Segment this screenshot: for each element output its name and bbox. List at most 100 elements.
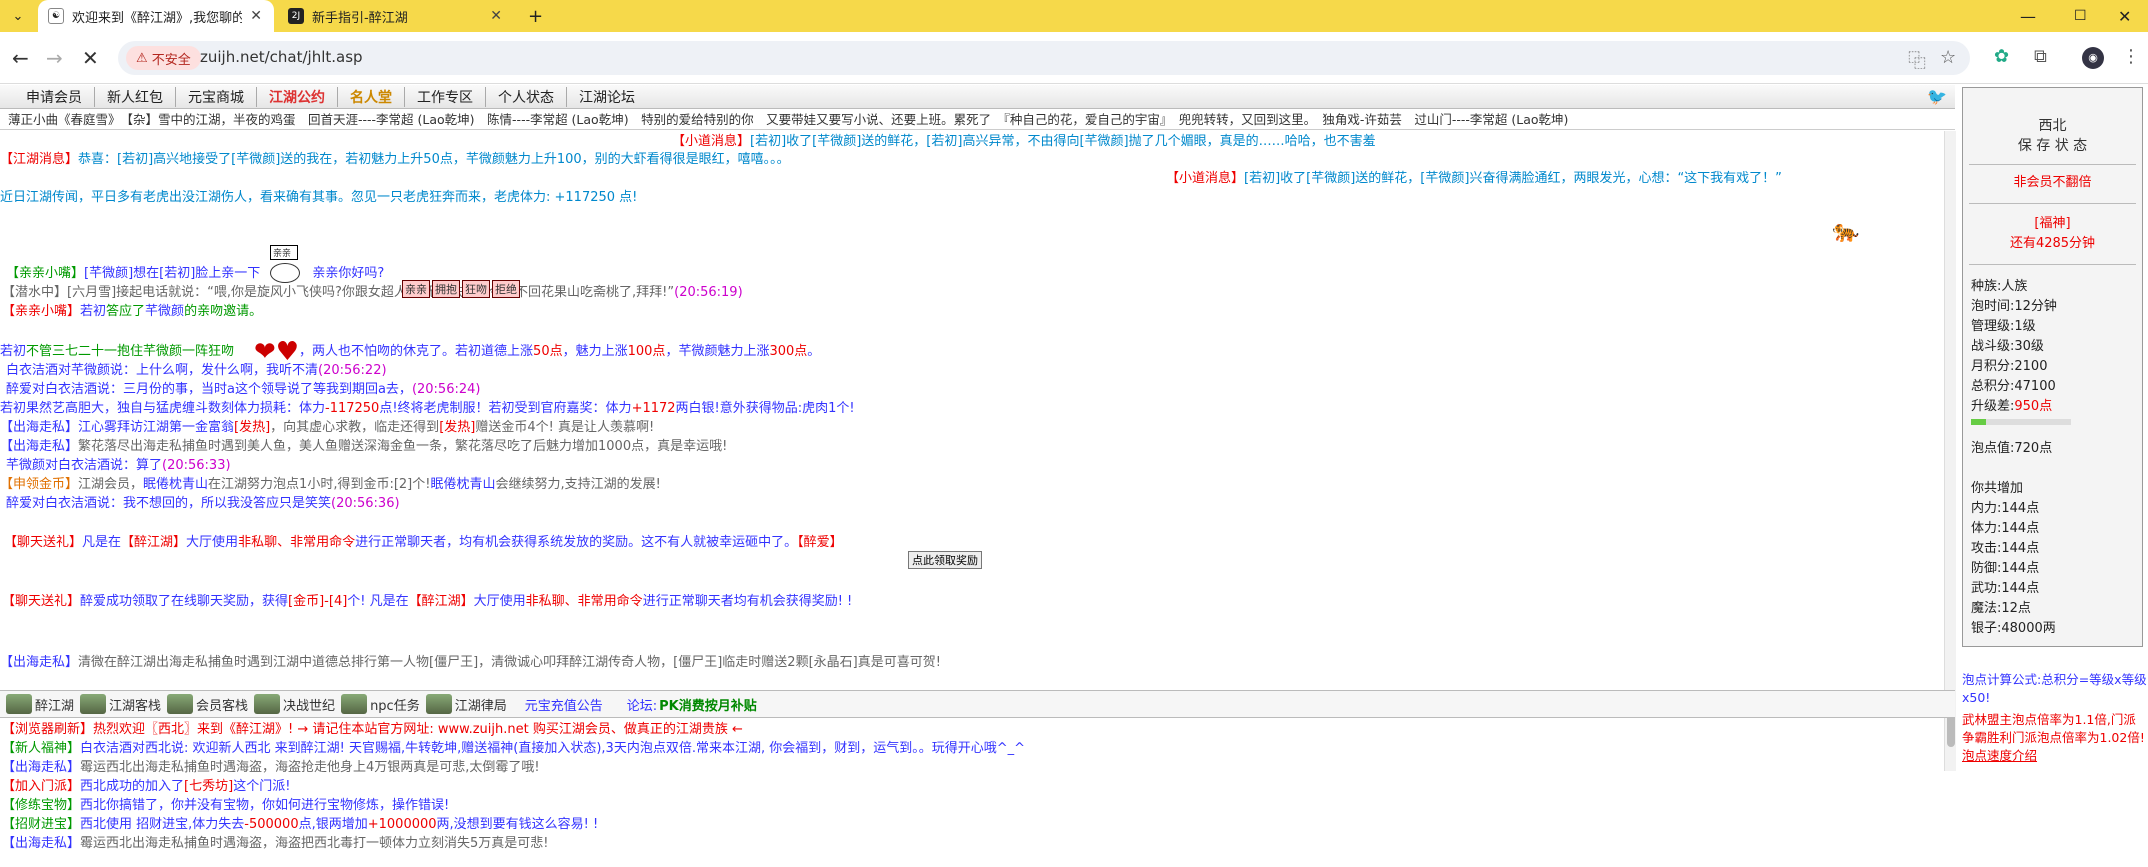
extension-icon[interactable]: ✿ (1994, 46, 2009, 67)
back-icon[interactable]: ← (12, 46, 29, 70)
chat-message: 【聊天送礼】醉爱成功领取了在线聊天奖励，获得[金币]-[4]个! 凡是在【醉江湖… (2, 593, 852, 611)
chat-segment: 江湖会员， (78, 477, 144, 492)
chat-scrollbar[interactable] (1944, 131, 1956, 771)
gain-line: 攻击:144点 (1971, 541, 2040, 556)
stat-line: 总积分:47100 (1971, 379, 2056, 394)
chat-segment: (20:56:19) (674, 285, 743, 300)
minimize-button[interactable]: — (2010, 0, 2046, 32)
chat-message: 若初不管三七二十一抱住芊微颜一阵狂吻 ，两人也不怕吻的休克了。若初道德上涨50点… (0, 343, 820, 361)
translate-icon[interactable]: ⿻ (1908, 47, 1926, 73)
chat-message: 醉爱对白衣洁酒说：三月份的事，当时a这个领导说了等我到期回a去，(20:56:2… (6, 381, 480, 399)
nav-npc-task[interactable]: npc任务 (341, 694, 420, 714)
profile-avatar[interactable]: ◉ (2082, 47, 2104, 69)
chat-message: 【亲亲小嘴】[芊微颜]想在[若初]脸上亲一下 亲亲你好吗? (6, 265, 384, 283)
emote-hug-button[interactable]: 拥抱 (432, 280, 460, 298)
tab-search-icon[interactable]: ⌄ (4, 0, 32, 32)
nav-inn[interactable]: 江湖客栈 (80, 694, 161, 714)
chat-message: 【小道消息】[若初]收了[芊微颜]送的鲜花，[若初]高兴异常，不由得向[芊微颜]… (672, 133, 1376, 151)
chat-segment: 醉爱对白衣洁酒说：三月份的事，当时a这个领导说了等我到期回a去， (6, 382, 412, 397)
gain-line: 魔法:12点 (1971, 601, 2031, 616)
formula-text: 泡点计算公式:总积分=等级x等级x50! (1962, 672, 2147, 705)
emote-refuse-button[interactable]: 拒绝 (492, 280, 520, 298)
claim-reward-button[interactable]: 点此领取奖励 (908, 551, 982, 569)
chat-message: 【潜水中】[六月雪]接起电话就说：“喂,你是旋风小飞侠吗?你跟女超人说,无敌铁金… (2, 284, 743, 302)
chat-segment: [若初]收了[芊微颜]送的鲜花，[若初]高兴异常，不由得向[芊微颜]抛了几个媚眼… (750, 134, 1376, 149)
nav-pk-subsidy[interactable]: PK消费按月补贴 (659, 695, 757, 714)
address-bar: ← → ✕ ⚠ 不安全 zuijh.net/chat/jhlt.asp ⿻ ☆ … (0, 32, 2148, 84)
nav-battle[interactable]: 决战世纪 (254, 694, 335, 714)
extensions-puzzle-icon[interactable]: ⧉ (2034, 46, 2047, 67)
save-state-link[interactable]: 保 存 状 态 (1963, 136, 2142, 156)
omnibox[interactable]: ⚠ 不安全 zuijh.net/chat/jhlt.asp ⿻ ☆ (118, 41, 1970, 75)
new-tab-button[interactable]: + (518, 0, 546, 32)
building-icon (167, 694, 194, 714)
chat-segment: [发热] (439, 420, 476, 435)
close-window-button[interactable]: ✕ (2108, 0, 2141, 32)
stat-line: 种族:人族 (1971, 279, 2028, 294)
emote-kiss-button[interactable]: 亲亲 (402, 280, 430, 298)
chat-segment: 。 (807, 344, 821, 359)
stop-icon[interactable]: ✕ (82, 46, 99, 70)
speed-intro-link[interactable]: 泡点速度介绍 (1962, 747, 2148, 765)
nav-label: 会员客栈 (196, 698, 249, 714)
close-tab-icon[interactable]: ✕ (488, 8, 504, 24)
menu-yuanbao-shop[interactable]: 元宝商城 (175, 86, 256, 107)
chat-message: 【出海走私】江心雾拜访江湖第一金富翁[发热]，向其虚心求教，临走还得到[发热]赠… (0, 419, 654, 437)
tab-chat[interactable]: ☯ 欢迎来到《醉江湖》,我您聊的天 ✕ (38, 0, 274, 32)
chat-segment: 【醉江湖】 (408, 594, 474, 609)
chat-segment: 【亲亲小嘴】 (2, 304, 81, 319)
chat-segment: 的亲吻邀请。 (184, 304, 263, 319)
forward-icon[interactable]: → (46, 46, 63, 70)
twitter-bird-icon[interactable]: 🐦 (1927, 87, 1947, 106)
sys-segment: 【出海走私】 (2, 760, 81, 775)
url-text[interactable]: zuijh.net/chat/jhlt.asp (200, 48, 363, 66)
nav-forum-label[interactable]: 论坛: (627, 695, 657, 714)
chat-message: 【小道消息】[若初]收了[芊微颜]送的鲜花，[芊微颜]兴奋得满脸通红，两眼发光，… (1166, 170, 1782, 188)
blessing-remaining: 还有4285分钟 (2009, 236, 2096, 251)
chat-segment: 【聊天送礼】 (2, 594, 81, 609)
multiplier-text: 武林盟主泡点倍率为1.1倍,门派争霸胜利门派泡点倍率为1.02倍! (1962, 712, 2145, 745)
tab-guide[interactable]: 2J 新手指引-醉江湖 ✕ (278, 0, 514, 32)
insecure-badge[interactable]: ⚠ 不安全 (126, 46, 201, 70)
menu-apply-member[interactable]: 申请会员 (14, 87, 94, 107)
sys-segment: 【出海走私】 (2, 836, 81, 851)
menu-forum[interactable]: 江湖论坛 (566, 86, 647, 107)
player-name: 西北 (2038, 118, 2067, 134)
menu-rules[interactable]: 江湖公约 (256, 86, 337, 107)
chat-segment: [金币]-[4] (288, 594, 348, 609)
total-gain-label: 你共增加 (1971, 481, 2024, 496)
chat-segment: 大厅使用 (473, 594, 526, 609)
chat-message: 近日江湖传闻，平日多有老虎出没江湖伤人，看来确有其事。忽见一只老虎狂奔而来，老虎… (0, 189, 637, 207)
nav-recharge-notice[interactable]: 元宝充值公告 (525, 695, 603, 714)
chat-segment: ，魅力上涨 (562, 344, 628, 359)
menu-personal-status[interactable]: 个人状态 (485, 86, 566, 107)
sys-segment: 西北你搞错了，你并没有宝物，你如何进行宝物修炼，操作错误! (80, 798, 450, 813)
emote-passion-button[interactable]: 狂吻 (462, 280, 490, 298)
nav-bureau[interactable]: 江湖律局 (425, 694, 507, 714)
nav-zuijianghu[interactable]: 醉江湖 (6, 694, 74, 714)
chat-segment: 芊微颜 (145, 304, 185, 319)
insecure-label: 不安全 (151, 52, 191, 68)
bookmark-star-icon[interactable]: ☆ (1940, 47, 1956, 68)
chat-segment: 进行正常聊天者，均有机会获得系统发放的奖励。这不有人就被幸运砸中了。 (355, 535, 798, 550)
menu-newbie-packet[interactable]: 新人红包 (94, 86, 175, 107)
stat-line: 战斗级:30级 (1971, 339, 2044, 354)
chat-segment: (20:56:33) (162, 458, 231, 473)
maximize-button[interactable]: ☐ (2064, 0, 2097, 32)
system-message: 【加入门派】西北成功的加入了[七秀坊]这个门派! (2, 778, 290, 796)
chat-segment: 赠送金币4个! 真是让人羡慕啊! (475, 420, 655, 435)
chat-segment: 50点 (533, 344, 563, 359)
sys-segment: 西北使用 招财进宝,体力失去 (80, 817, 245, 832)
nav-label: 论坛: (626, 698, 658, 714)
menu-hall-of-fame[interactable]: 名人堂 (337, 86, 404, 107)
nav-member-inn[interactable]: 会员客栈 (167, 694, 248, 714)
sys-segment: -500000 (244, 817, 299, 832)
system-message: 【出海走私】霉运西北出海走私捕鱼时遇海盗，海盗把西北毒打一顿体力立刻消失5万真是… (2, 835, 549, 853)
menu-kebab-icon[interactable]: ⋮ (2122, 46, 2140, 67)
close-tab-icon[interactable]: ✕ (248, 8, 264, 24)
site-menu: 申请会员 新人红包 元宝商城 江湖公约 名人堂 工作专区 个人状态 江湖论坛 🐦 (0, 85, 1955, 109)
system-message: 【新人福神】白衣洁酒对西北说: 欢迎新人西北 来到醉江湖! 天官赐福,牛转乾坤,… (2, 740, 1025, 758)
menu-work-zone[interactable]: 工作专区 (404, 86, 485, 107)
system-message: 【修练宝物】西北你搞错了，你并没有宝物，你如何进行宝物修炼，操作错误! (2, 797, 449, 815)
chat-segment: 【潜水中】[六月雪]接起电话就说：“喂,你是旋风小飞侠吗?你跟女超人说,无敌铁金… (2, 285, 675, 300)
